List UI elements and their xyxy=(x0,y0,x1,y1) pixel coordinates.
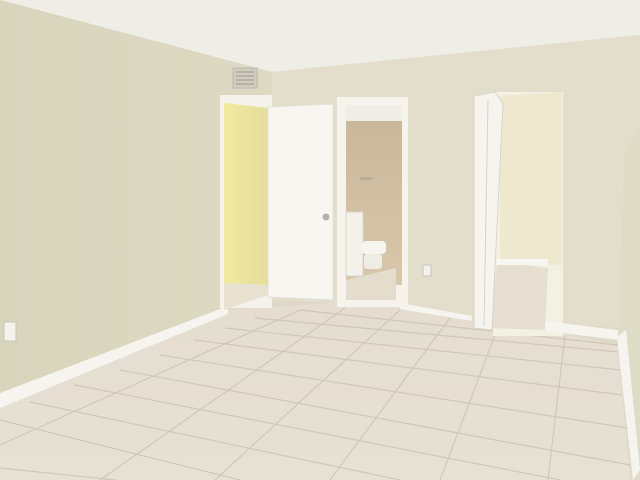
closet-interior xyxy=(224,103,268,285)
air-vent xyxy=(232,67,258,89)
shower-fixture xyxy=(360,177,372,180)
hallway-baseboard xyxy=(497,259,548,265)
bathroom-ceiling xyxy=(346,105,402,121)
door-knob xyxy=(322,213,330,221)
closet-door xyxy=(267,103,334,301)
vanity-cabinet xyxy=(345,211,364,277)
wall-outlet-left xyxy=(3,321,17,342)
room-photo xyxy=(0,0,640,480)
wall-outlet-back xyxy=(422,264,432,277)
hallway-wall xyxy=(500,92,562,265)
hallway-floor xyxy=(490,262,548,330)
